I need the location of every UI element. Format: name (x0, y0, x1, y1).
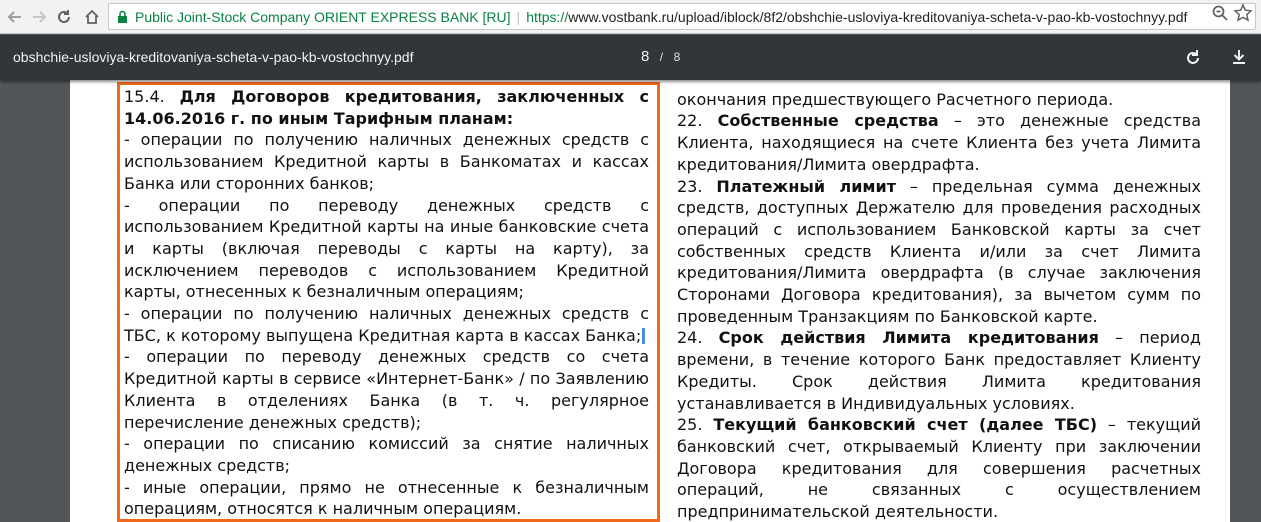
url-text: www.vostbank.ru/upload/iblock/8f2/obshch… (568, 8, 1188, 25)
highlight-frame (117, 82, 660, 522)
definition-text: – предельная сумма денежных средств, дос… (677, 176, 1202, 326)
page-total: 8 (673, 50, 681, 64)
url-separator: | (516, 8, 521, 25)
page-indicator: 8 / 8 (641, 48, 680, 66)
page-current-input[interactable]: 8 (641, 48, 649, 65)
reload-button[interactable] (52, 5, 76, 29)
pdf-file-title: obshchie-usloviya-kreditovaniya-scheta-v… (13, 49, 414, 65)
pdf-toolbar: obshchie-usloviya-kreditovaniya-scheta-v… (0, 35, 1261, 80)
pdf-page: 15.4. Для Договоров кредитования, заключ… (70, 80, 1230, 522)
home-button[interactable] (80, 5, 104, 29)
back-button[interactable] (3, 5, 27, 29)
home-icon (85, 9, 99, 24)
download-icon[interactable] (1229, 47, 1249, 67)
zoom-icon[interactable] (1211, 4, 1229, 22)
arrow-right-icon (33, 11, 47, 23)
definition-number: 23. (677, 176, 703, 196)
definition-term: Собственные средства (717, 111, 939, 131)
definition-number: 22. (677, 111, 703, 131)
right-column: окончания предшествующего Расчетного пер… (677, 80, 1201, 522)
continued-line (677, 80, 1201, 89)
ev-certificate-name[interactable]: Public Joint-Stock Company ORIENT EXPRES… (135, 9, 511, 25)
arrow-left-icon (7, 11, 21, 23)
definition-item: 24. Срок действия Лимита кредитования – … (677, 327, 1201, 414)
rotate-icon[interactable] (1183, 48, 1203, 68)
definition-number: 25. (677, 415, 703, 435)
definition-item: 23. Платежный лимит – предельная сумма д… (677, 176, 1201, 328)
page-separator: / (659, 50, 664, 64)
lock-icon (117, 10, 129, 24)
url-scheme: https:// (526, 8, 569, 25)
continued-line: окончания предшествующего Расчетного пер… (677, 89, 1114, 109)
definition-term: Платежный лимит (716, 176, 896, 196)
definition-item: 22. Собственные средства – это денежные … (677, 110, 1201, 175)
browser-toolbar: Public Joint-Stock Company ORIENT EXPRES… (0, 0, 1261, 34)
reload-icon (58, 10, 70, 23)
definition-term: Срок действия Лимита кредитования (718, 328, 1099, 348)
bookmark-star-icon[interactable] (1233, 3, 1253, 23)
definition-term: Текущий банковский счет (далее ТБС) (713, 415, 1098, 435)
definition-item: 25. Текущий банковский счет (далее ТБС) … (677, 414, 1201, 522)
address-bar[interactable]: Public Joint-Stock Company ORIENT EXPRES… (108, 3, 1256, 30)
forward-button[interactable] (27, 5, 51, 29)
definition-number: 24. (677, 328, 703, 348)
